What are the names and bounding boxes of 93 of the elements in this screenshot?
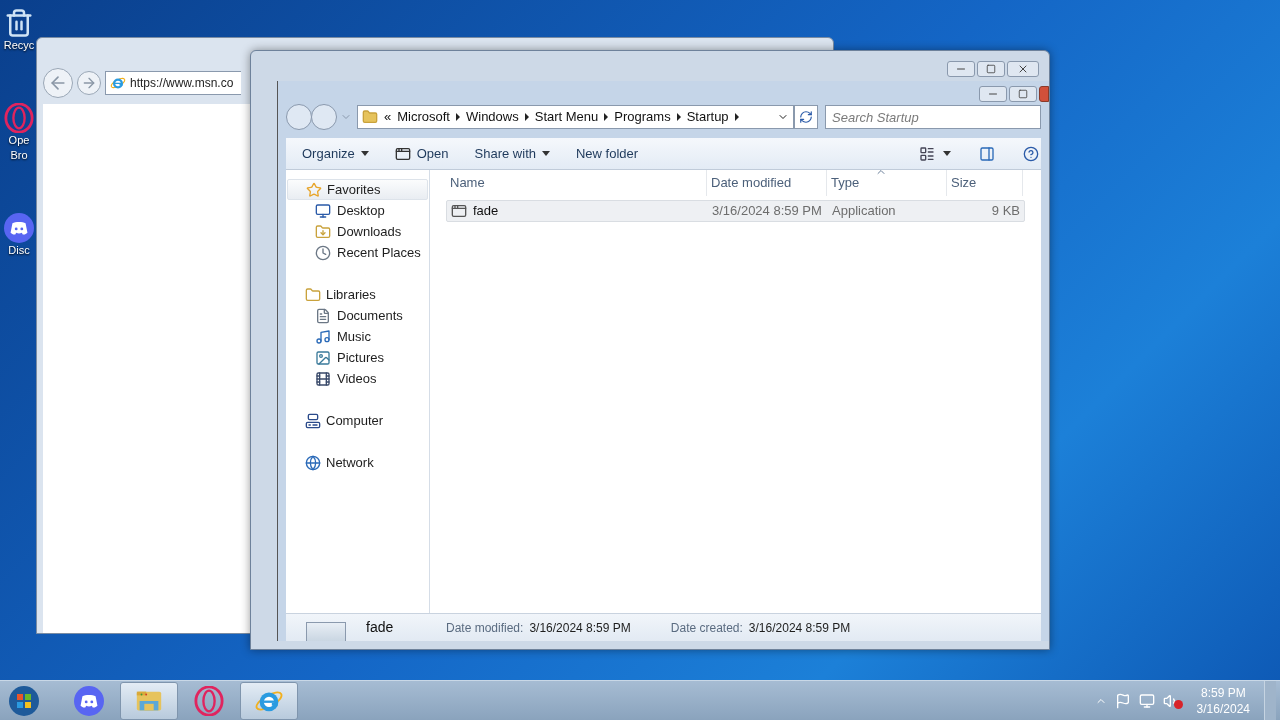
discord-icon: [74, 685, 104, 716]
back-button[interactable]: [286, 104, 312, 130]
document-icon: [315, 307, 331, 324]
help-button[interactable]: [1023, 145, 1039, 162]
music-icon: [315, 328, 331, 345]
nav-group[interactable]: Libraries: [286, 284, 429, 305]
dropdown-caret-icon: [360, 151, 369, 156]
desktop-icon-label: Recyc: [3, 38, 35, 53]
refresh-button[interactable]: [794, 105, 818, 129]
breadcrumb-item[interactable]: Start Menu: [534, 107, 599, 127]
breadcrumb-arrow-icon[interactable]: [455, 113, 460, 121]
start-orb-icon: [8, 684, 40, 717]
nav-group[interactable]: Network: [286, 452, 429, 473]
search-field[interactable]: Search Startup: [825, 105, 1041, 129]
back-button[interactable]: [43, 68, 73, 98]
details-value: 3/16/2024 8:59 PM: [529, 619, 631, 637]
computer-icon: [305, 412, 321, 429]
browser-e-icon: [110, 75, 126, 91]
forward-button[interactable]: [77, 71, 101, 95]
breadcrumb-arrow-icon[interactable]: [604, 113, 609, 121]
nav-group[interactable]: Computer: [286, 410, 429, 431]
application-icon: [451, 203, 467, 219]
window-icon: [394, 145, 411, 162]
application-icon: [306, 621, 346, 641]
maximize-icon: [1018, 89, 1028, 99]
preview-pane-button[interactable]: [977, 145, 997, 162]
picture-icon: [315, 349, 331, 366]
folder-icon: [305, 286, 321, 303]
folder-icon: [315, 223, 331, 240]
film-icon: [315, 370, 331, 387]
details-name: fade: [366, 618, 395, 637]
breadcrumb-item[interactable]: Windows: [465, 107, 519, 127]
nav-item[interactable]: Pictures: [286, 347, 429, 368]
refresh-icon: [799, 110, 813, 124]
close-button[interactable]: [1007, 61, 1039, 77]
maximize-button[interactable]: [1009, 86, 1037, 102]
table-cell-text: 9 KB: [990, 202, 1021, 221]
nav-group[interactable]: Favorites: [287, 179, 428, 200]
nav-item[interactable]: Downloads: [286, 221, 429, 242]
globe-icon: [305, 454, 321, 471]
view-options-button[interactable]: [919, 145, 951, 162]
nav-item[interactable]: Desktop: [286, 200, 429, 221]
column-header[interactable]: Name: [446, 170, 707, 196]
star-icon: [306, 181, 322, 198]
opera-icon: [4, 103, 34, 133]
clock-icon: [315, 244, 331, 261]
column-header[interactable]: Size: [947, 170, 1023, 196]
network-icon[interactable]: [1138, 692, 1155, 709]
desktop-icon-label: Bro: [10, 148, 28, 163]
details-value: 3/16/2024 8:59 PM: [748, 619, 851, 637]
breadcrumb-overflow[interactable]: «: [384, 107, 392, 127]
details-label: Date created:: [670, 619, 743, 637]
nav-item[interactable]: Music: [286, 326, 429, 347]
address-field[interactable]: https://www.msn.co: [105, 71, 241, 95]
file-name: fade: [473, 202, 499, 221]
column-header[interactable]: Type: [827, 170, 947, 196]
table-cell-text: Application: [831, 202, 897, 221]
breadcrumb-item[interactable]: Programs: [614, 107, 671, 127]
nav-item[interactable]: Recent Places: [286, 242, 429, 263]
minimize-button[interactable]: [979, 86, 1007, 102]
desktop-icon-label: Disc: [8, 243, 30, 258]
arrow-right-icon: [81, 75, 97, 91]
opera-icon: [194, 685, 224, 716]
monitor-icon: [315, 202, 331, 219]
taskbar-app-button[interactable]: [120, 681, 178, 720]
dropdown-caret-icon: [542, 151, 550, 156]
recycle-bin-icon: [4, 8, 34, 38]
maximize-icon: [986, 64, 996, 74]
toolbar-button[interactable]: Share with: [474, 143, 550, 164]
desktop-icon-label: Ope: [8, 133, 30, 148]
folder-icon: [362, 109, 378, 125]
column-header[interactable]: Date modified: [707, 170, 827, 196]
file-row[interactable]: fade 3/16/2024 8:59 PM Application 9 KB: [446, 200, 1025, 222]
nav-item[interactable]: Documents: [286, 305, 429, 326]
discord-icon: [4, 213, 34, 243]
speaker-muted-icon[interactable]: [1162, 692, 1183, 709]
close-icon: [1017, 63, 1029, 75]
breadcrumb-arrow-icon[interactable]: [524, 113, 529, 121]
breadcrumb-arrow-icon[interactable]: [676, 113, 681, 121]
details-label: Date modified:: [446, 619, 524, 637]
breadcrumb-item[interactable]: Startup: [686, 107, 729, 127]
taskbar-app-button[interactable]: [240, 681, 298, 720]
minimize-button[interactable]: [947, 61, 975, 77]
forward-button[interactable]: [311, 104, 337, 130]
table-cell-text: 3/16/2024 8:59 PM: [711, 202, 823, 221]
nav-item[interactable]: Videos: [286, 368, 429, 389]
flag-icon[interactable]: [1114, 692, 1131, 709]
breadcrumb-item[interactable]: Microsoft: [397, 107, 450, 127]
toolbar-button[interactable]: Organize: [302, 143, 369, 164]
breadcrumb-bar[interactable]: « Microsoft Windows Start Menu Programs Startup: [357, 105, 794, 129]
breadcrumb-arrow-icon[interactable]: [734, 113, 739, 121]
toolbar-button[interactable]: New folder: [576, 143, 639, 164]
toolbar-button[interactable]: Open: [394, 143, 449, 164]
